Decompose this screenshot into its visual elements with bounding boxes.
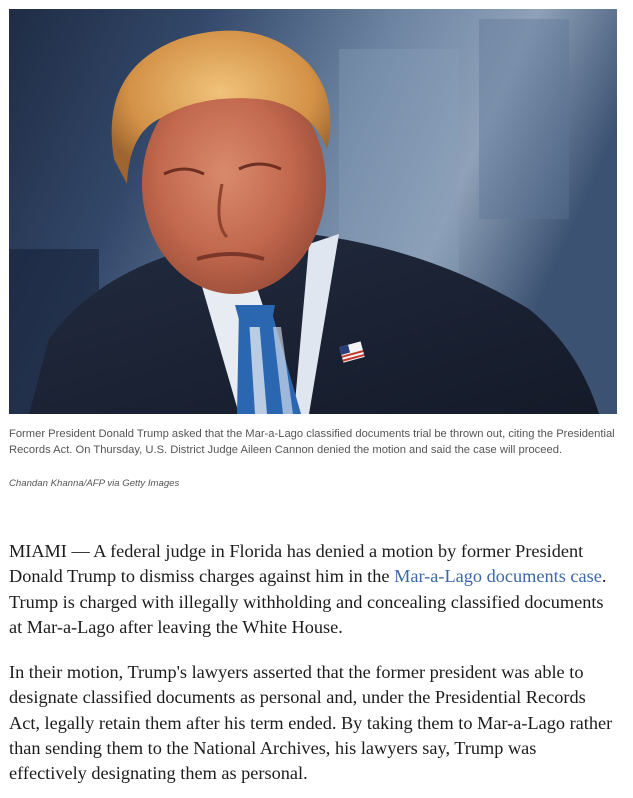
- photo-credit: Chandan Khanna/AFP via Getty Images: [9, 478, 180, 489]
- article-paragraph-1: MIAMI — A federal judge in Florida has d…: [9, 539, 617, 640]
- mar-a-lago-case-link[interactable]: Mar-a-Lago documents case: [394, 566, 602, 586]
- article-photo: [9, 9, 617, 414]
- article-paragraph-2: In their motion, Trump's lawyers asserte…: [9, 662, 613, 784]
- photo-caption: Former President Donald Trump asked that…: [9, 428, 615, 456]
- portrait-photo: [9, 9, 617, 414]
